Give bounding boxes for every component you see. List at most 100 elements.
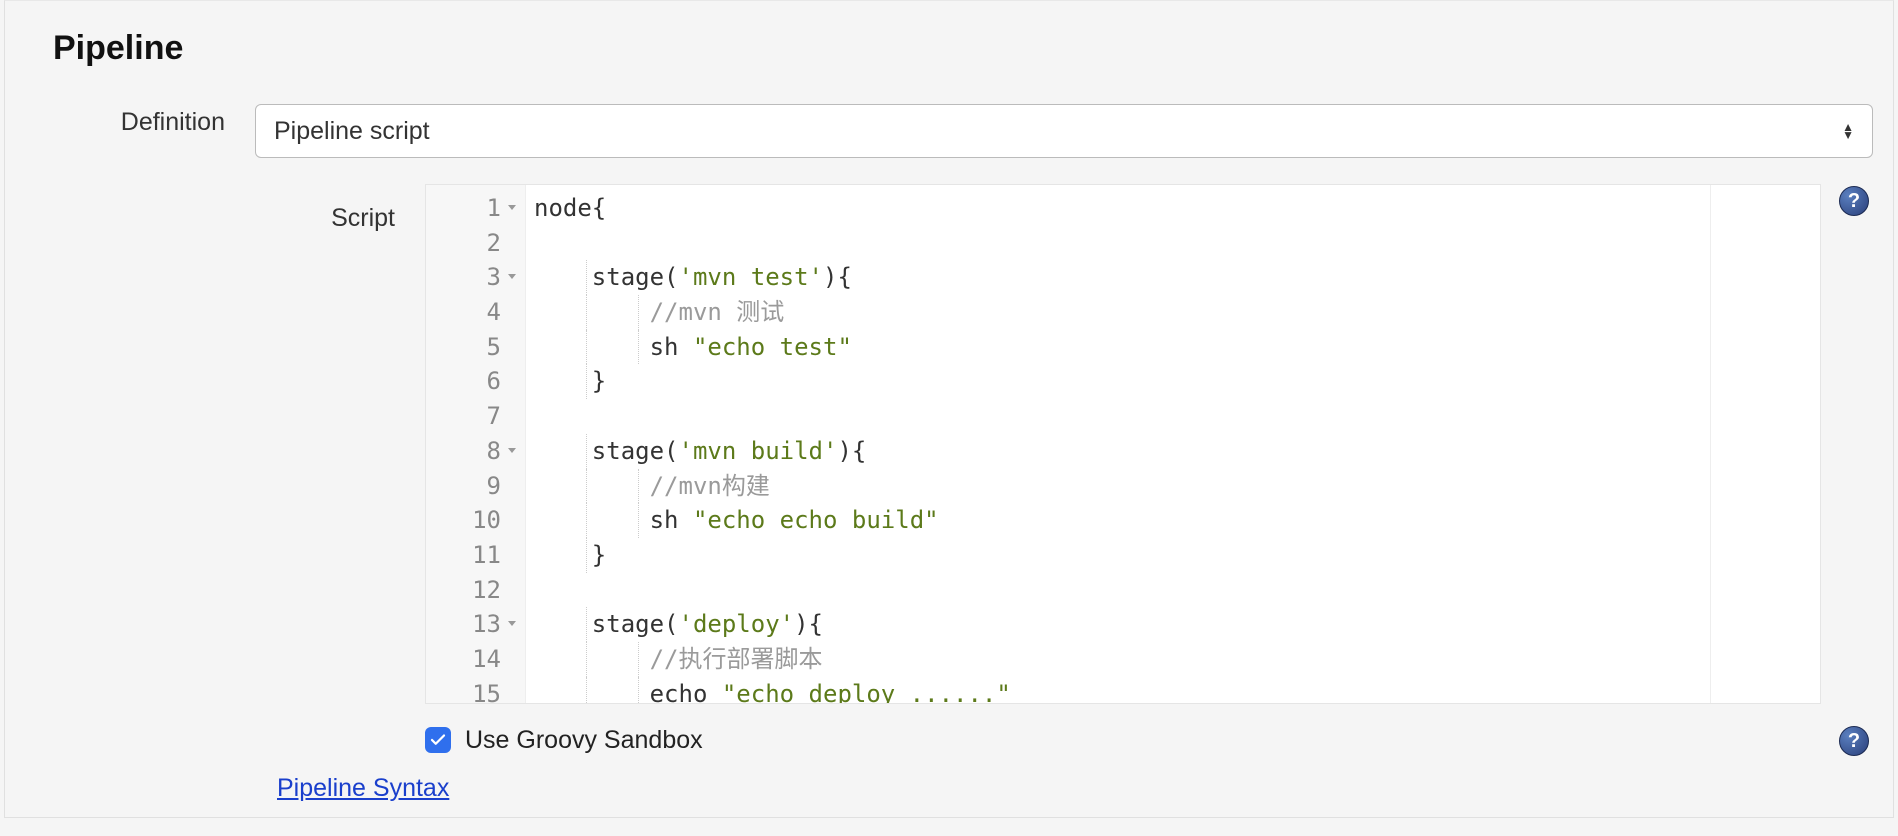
gutter-line: 6 bbox=[426, 364, 525, 399]
code-line[interactable]: //mvn 测试 bbox=[534, 295, 1710, 330]
pipeline-config-page: Pipeline Definition Pipeline script ▲▼ S… bbox=[4, 0, 1894, 818]
gutter-line: 11 bbox=[426, 538, 525, 573]
code-line[interactable]: sh "echo echo build" bbox=[534, 503, 1710, 538]
script-row: Script 123456789101112131415 node{ stage… bbox=[5, 184, 1893, 704]
help-icon[interactable]: ? bbox=[1839, 186, 1869, 216]
token-brace: ){ bbox=[823, 263, 852, 291]
definition-select[interactable]: Pipeline script ▲▼ bbox=[255, 104, 1873, 158]
line-number: 3 bbox=[487, 263, 501, 291]
token-fn: echo bbox=[650, 680, 722, 703]
code-line[interactable]: //执行部署脚本 bbox=[534, 642, 1710, 677]
fold-arrow-icon[interactable] bbox=[507, 262, 517, 297]
section-title: Pipeline bbox=[53, 29, 1893, 68]
gutter-line: 7 bbox=[426, 399, 525, 434]
line-number: 2 bbox=[487, 229, 501, 257]
line-number: 5 bbox=[487, 333, 501, 361]
code-line[interactable]: stage('mvn build'){ bbox=[534, 434, 1710, 469]
line-number: 12 bbox=[472, 576, 501, 604]
definition-row: Definition Pipeline script ▲▼ bbox=[5, 104, 1893, 158]
script-body: 123456789101112131415 node{ stage('mvn t… bbox=[425, 184, 1873, 704]
gutter-line: 12 bbox=[426, 573, 525, 608]
code-line[interactable]: stage('mvn test'){ bbox=[534, 260, 1710, 295]
sandbox-label: Use Groovy Sandbox bbox=[465, 726, 703, 755]
gutter-line: 4 bbox=[426, 295, 525, 330]
gutter-line: 1 bbox=[426, 191, 525, 226]
code-line[interactable] bbox=[534, 399, 1710, 434]
pipeline-syntax-link[interactable]: Pipeline Syntax bbox=[277, 774, 449, 802]
token-brace: } bbox=[592, 367, 606, 395]
token-fn: sh bbox=[650, 506, 693, 534]
line-number: 10 bbox=[472, 506, 501, 534]
line-number: 9 bbox=[487, 472, 501, 500]
sandbox-help-col: ? bbox=[1839, 724, 1873, 756]
editor-gutter: 123456789101112131415 bbox=[426, 185, 526, 703]
script-label: Script bbox=[5, 184, 425, 233]
check-icon bbox=[429, 731, 447, 749]
help-icon[interactable]: ? bbox=[1839, 726, 1869, 756]
token-brace: ( bbox=[664, 610, 678, 638]
code-line[interactable] bbox=[534, 573, 1710, 608]
line-number: 15 bbox=[472, 680, 501, 704]
definition-label: Definition bbox=[5, 104, 255, 137]
gutter-line: 9 bbox=[426, 469, 525, 504]
definition-selected-option: Pipeline script bbox=[274, 117, 430, 146]
gutter-line: 13 bbox=[426, 607, 525, 642]
fold-arrow-icon[interactable] bbox=[507, 436, 517, 471]
code-line[interactable]: echo "echo deploy ......" bbox=[534, 677, 1710, 703]
gutter-line: 14 bbox=[426, 642, 525, 677]
gutter-line: 8 bbox=[426, 434, 525, 469]
line-number: 7 bbox=[487, 402, 501, 430]
code-line[interactable]: //mvn构建 bbox=[534, 469, 1710, 504]
token-brace: } bbox=[592, 541, 606, 569]
editor-code-area[interactable]: node{ stage('mvn test'){ //mvn 测试 sh "ec… bbox=[526, 185, 1710, 703]
token-comment: //mvn构建 bbox=[650, 472, 770, 500]
token-comment: //执行部署脚本 bbox=[650, 645, 823, 673]
token-fn: stage bbox=[592, 610, 664, 638]
fold-arrow-icon[interactable] bbox=[507, 609, 517, 644]
code-line[interactable]: } bbox=[534, 538, 1710, 573]
token-str: "echo deploy ......" bbox=[722, 680, 1011, 703]
token-brace: ){ bbox=[837, 437, 866, 465]
sandbox-checkbox[interactable] bbox=[425, 727, 451, 753]
gutter-line: 5 bbox=[426, 330, 525, 365]
line-number: 8 bbox=[487, 437, 501, 465]
token-str: "echo echo build" bbox=[693, 506, 939, 534]
gutter-line: 10 bbox=[426, 503, 525, 538]
token-brace: ( bbox=[664, 437, 678, 465]
definition-body: Pipeline script ▲▼ bbox=[255, 104, 1873, 158]
code-line[interactable]: node{ bbox=[534, 191, 1710, 226]
token-str: "echo test" bbox=[693, 333, 852, 361]
line-number: 4 bbox=[487, 298, 501, 326]
gutter-line: 2 bbox=[426, 226, 525, 261]
token-fn: sh bbox=[650, 333, 693, 361]
line-number: 14 bbox=[472, 645, 501, 673]
token-str: 'deploy' bbox=[679, 610, 795, 638]
code-line[interactable]: } bbox=[534, 364, 1710, 399]
sandbox-row: Use Groovy Sandbox ? bbox=[5, 704, 1893, 768]
token-brace: ){ bbox=[794, 610, 823, 638]
token-kw: node bbox=[534, 194, 592, 222]
sandbox-body: Use Groovy Sandbox bbox=[425, 726, 1839, 755]
token-fn: stage bbox=[592, 437, 664, 465]
code-line[interactable] bbox=[534, 226, 1710, 261]
line-number: 11 bbox=[472, 541, 501, 569]
code-line[interactable]: stage('deploy'){ bbox=[534, 607, 1710, 642]
token-brace: ( bbox=[664, 263, 678, 291]
token-str: 'mvn test' bbox=[679, 263, 824, 291]
token-brace: { bbox=[592, 194, 606, 222]
line-number: 13 bbox=[472, 610, 501, 638]
editor-scrollbar[interactable] bbox=[1710, 185, 1820, 703]
fold-arrow-icon[interactable] bbox=[507, 193, 517, 228]
token-str: 'mvn build' bbox=[679, 437, 838, 465]
script-help-col: ? bbox=[1839, 184, 1873, 216]
code-line[interactable]: sh "echo test" bbox=[534, 330, 1710, 365]
select-arrows-icon: ▲▼ bbox=[1842, 123, 1854, 139]
script-editor[interactable]: 123456789101112131415 node{ stage('mvn t… bbox=[425, 184, 1821, 704]
token-comment: //mvn 测试 bbox=[650, 298, 785, 326]
gutter-line: 15 bbox=[426, 677, 525, 704]
pipeline-syntax-row: Pipeline Syntax bbox=[5, 768, 1893, 817]
line-number: 1 bbox=[487, 194, 501, 222]
token-fn: stage bbox=[592, 263, 664, 291]
line-number: 6 bbox=[487, 367, 501, 395]
gutter-line: 3 bbox=[426, 260, 525, 295]
